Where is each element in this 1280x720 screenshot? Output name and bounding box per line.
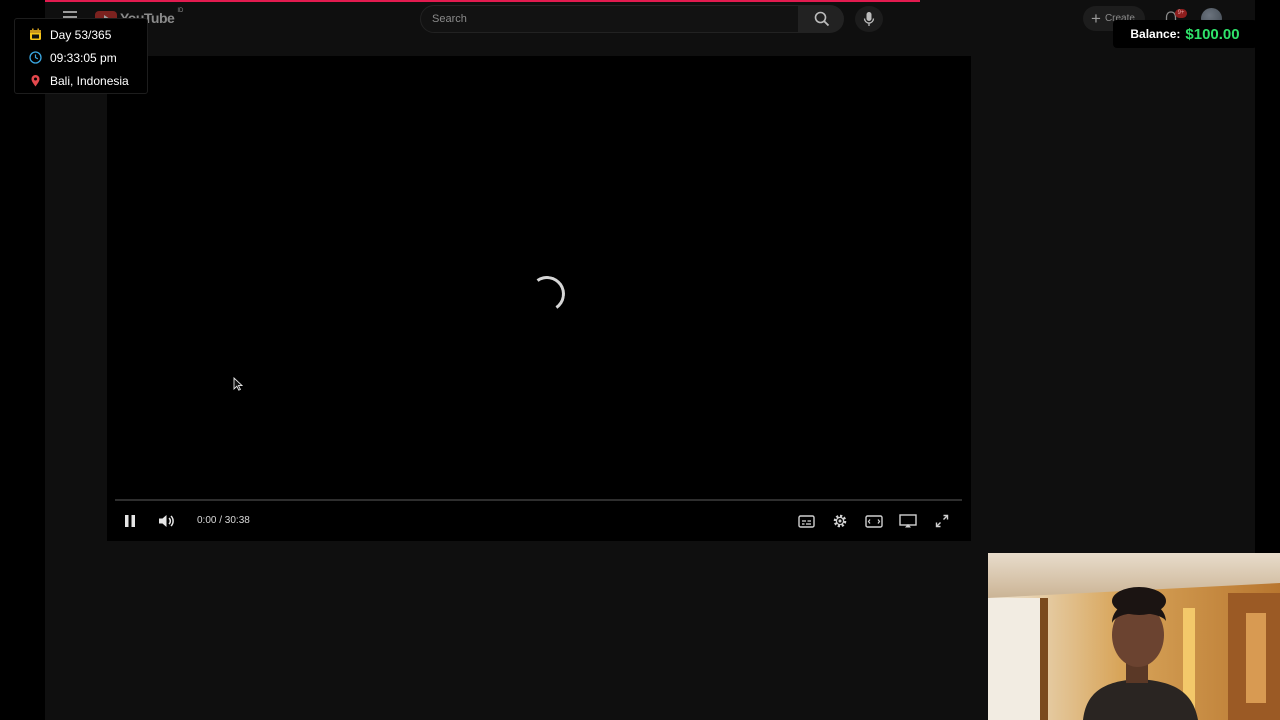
voice-search-button[interactable] <box>855 6 883 32</box>
settings-button[interactable] <box>828 510 852 532</box>
player-controls: 0:00 / 30:38 <box>107 506 971 536</box>
pause-icon <box>125 515 135 527</box>
cast-icon <box>899 514 917 528</box>
location-row: Bali, Indonesia <box>29 69 147 92</box>
day-counter-row: Day 53/365 <box>29 23 147 46</box>
captions-icon <box>797 514 815 528</box>
mouse-cursor-icon <box>233 377 243 391</box>
fullscreen-button[interactable] <box>930 510 954 532</box>
day-counter-text: Day 53/365 <box>50 27 112 42</box>
theater-mode-button[interactable] <box>862 510 886 532</box>
clock-text: 09:33:05 pm <box>50 50 117 65</box>
webcam-feed <box>988 553 1280 720</box>
mic-icon <box>863 12 875 26</box>
volume-button[interactable] <box>155 510 179 532</box>
search-icon <box>814 11 829 27</box>
video-player[interactable]: 0:00 / 30:38 <box>107 56 971 541</box>
search-button[interactable] <box>799 5 844 33</box>
balance-overlay: Balance: $100.00 <box>1113 20 1257 48</box>
theater-mode-icon <box>865 514 883 528</box>
captions-button[interactable] <box>794 510 818 532</box>
location-pin-icon <box>31 75 40 87</box>
search-input[interactable]: Search <box>420 5 799 33</box>
video-progress-bar[interactable] <box>115 499 962 501</box>
calendar-icon <box>30 28 41 40</box>
screen: YouTube ID Search + Create <box>0 0 1280 720</box>
cast-button[interactable] <box>896 510 920 532</box>
balance-label: Balance: <box>1130 27 1181 41</box>
notification-count-badge: 9+ <box>1175 9 1187 18</box>
balance-amount: $100.00 <box>1185 25 1240 43</box>
clock-icon <box>29 51 42 64</box>
pause-button[interactable] <box>118 510 142 532</box>
fullscreen-icon <box>935 514 949 528</box>
plus-icon: + <box>1091 9 1101 28</box>
time-display: 0:00 / 30:38 <box>197 515 250 526</box>
gear-icon <box>833 514 847 528</box>
volume-icon <box>159 515 174 527</box>
logo-region-code: ID <box>177 8 184 14</box>
masthead: YouTube ID Search + Create <box>45 0 1255 38</box>
stream-info-overlay: Day 53/365 09:33:05 pm Bali, Indonesia <box>14 18 148 94</box>
location-text: Bali, Indonesia <box>50 73 129 88</box>
clock-row: 09:33:05 pm <box>29 46 147 69</box>
loading-spinner-icon <box>526 273 568 315</box>
